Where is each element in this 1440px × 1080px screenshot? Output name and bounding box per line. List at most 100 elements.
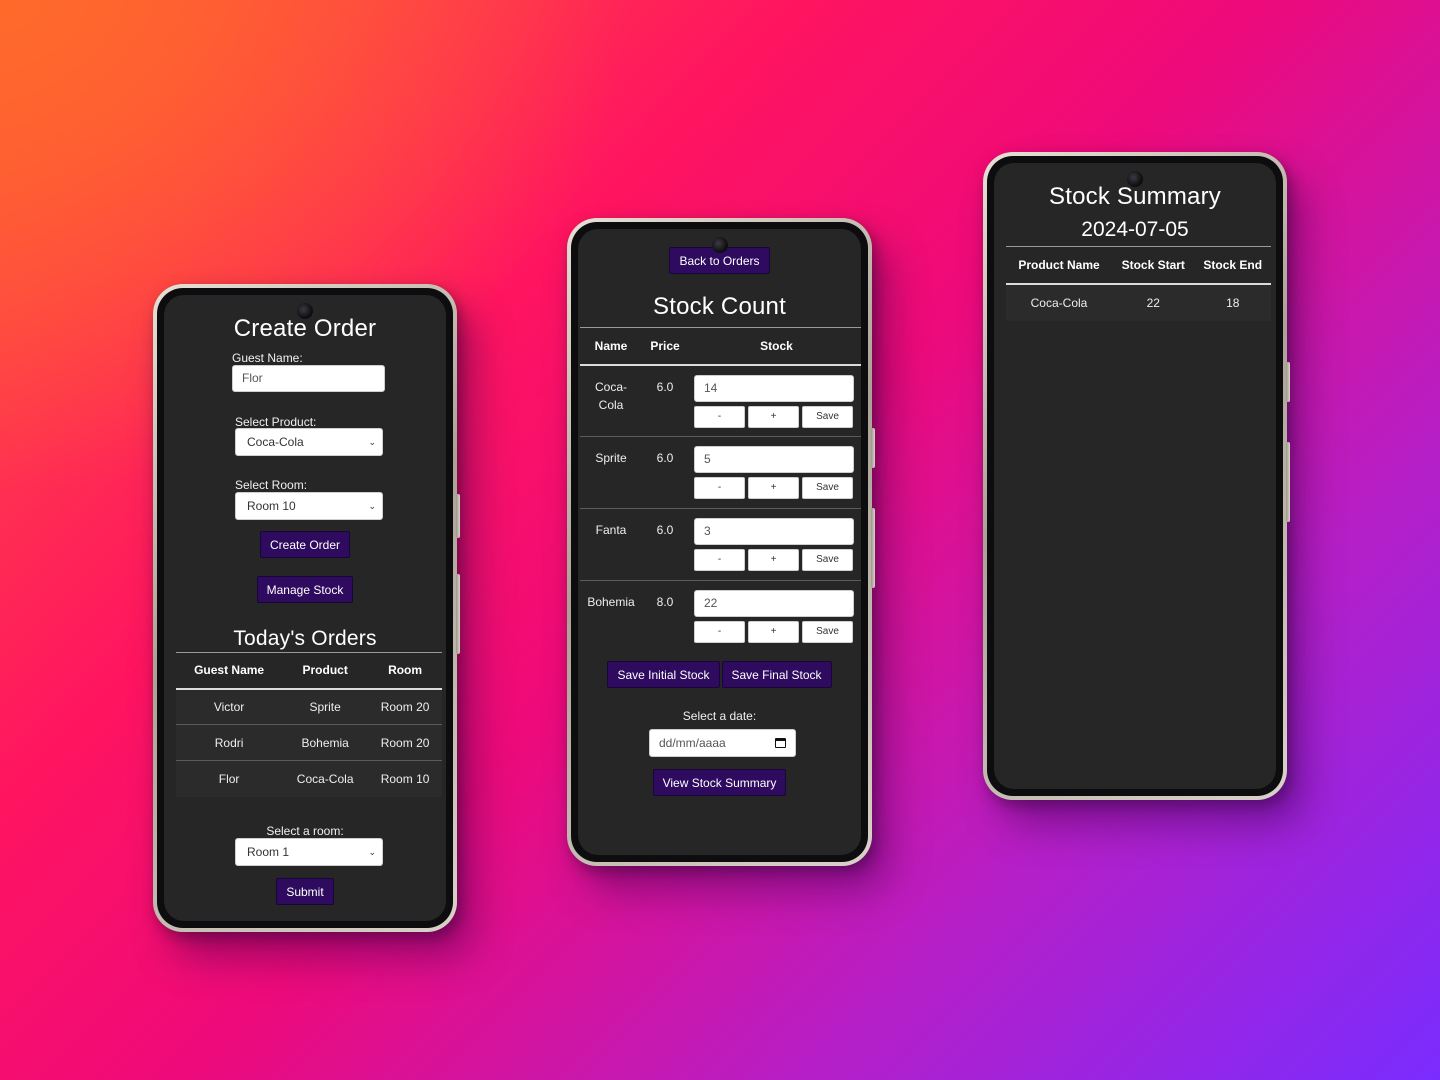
stock-button-row: - + Save (694, 477, 861, 499)
calendar-icon[interactable] (775, 738, 786, 748)
summary-stock-end: 18 (1226, 295, 1240, 310)
column-header-stock-start: Stock Start (1121, 257, 1185, 272)
date-label: Select a date: (682, 709, 757, 723)
select-room-label: Select a room: (266, 824, 344, 838)
increment-button[interactable]: + (748, 405, 799, 428)
create-order-wrap: Create Order (164, 531, 446, 558)
product-select-value: Coca-Cola (247, 435, 304, 449)
room-label: Select Room: (235, 478, 308, 492)
orders-table: Guest Name Product Room Victor Sprite Ro… (176, 652, 442, 797)
product-select[interactable]: Coca-Cola ⌄ (235, 428, 383, 456)
order-room: Room 20 (380, 699, 430, 714)
increment-button[interactable]: + (748, 549, 799, 571)
stock-product-name: Coca- Cola (594, 379, 627, 412)
table-row: Flor Coca-Cola Room 10 (176, 760, 442, 797)
filter-room-value: Room 1 (247, 845, 290, 859)
stock-product-name: Sprite (595, 451, 627, 465)
order-room: Room 20 (380, 735, 430, 750)
phone-bezel: Back to Orders Stock Count Name Price St… (571, 222, 868, 862)
decrement-button[interactable]: - (694, 621, 745, 643)
summary-product: Coca-Cola (1030, 295, 1088, 310)
stock-summary-screen: Stock Summary 2024-07-05 Product Name St… (994, 163, 1276, 789)
table-row: Victor Sprite Room 20 (176, 688, 442, 725)
view-stock-summary-button[interactable]: View Stock Summary (652, 769, 787, 796)
stock-header-row: Name Price Stock (580, 327, 861, 365)
summary-header-row: Product Name Stock Start Stock End (1006, 246, 1271, 284)
increment-button[interactable]: + (748, 621, 799, 643)
order-product: Sprite (309, 699, 341, 714)
table-row: Coca- Cola 6.0 14 - + Save (580, 365, 861, 437)
save-button[interactable]: Save (802, 405, 853, 428)
manage-stock-wrap: Manage Stock (164, 576, 446, 603)
decrement-button[interactable]: - (694, 549, 745, 571)
stock-cell: 3 - + Save (688, 509, 861, 581)
stock-quantity-input[interactable]: 3 (694, 518, 854, 545)
stock-quantity-input[interactable]: 22 (694, 590, 854, 617)
phone-side-button (871, 508, 875, 588)
product-label: Select Product: (235, 415, 317, 429)
phone-bezel: Create Order Guest Name: Flor Select Pro… (157, 288, 453, 928)
camera-icon (711, 237, 728, 253)
orders-title: Today's Orders (233, 627, 377, 650)
chevron-down-icon: ⌄ (368, 847, 376, 857)
stock-product-price: 8.0 (656, 595, 674, 609)
save-button[interactable]: Save (802, 621, 853, 643)
date-input[interactable]: dd/mm/aaaa (649, 729, 796, 757)
save-stock-row: Save Initial Stock Save Final Stock (578, 661, 861, 688)
column-header-product: Product (302, 663, 348, 678)
camera-icon (1127, 171, 1143, 187)
page-title: Create Order (233, 315, 377, 342)
page-title: Stock Summary (1049, 183, 1221, 210)
stock-cell: 22 - + Save (688, 581, 861, 653)
order-guest: Rodri (214, 735, 244, 750)
stock-cell: 5 - + Save (688, 437, 861, 509)
phone-side-button (1286, 442, 1290, 522)
save-button[interactable]: Save (802, 477, 853, 499)
stock-quantity-input[interactable]: 5 (694, 446, 854, 473)
summary-stock-start: 22 (1146, 295, 1160, 310)
stock-quantity-input[interactable]: 14 (694, 374, 854, 402)
order-guest: Flor (218, 771, 240, 786)
guest-name-input[interactable]: Flor (232, 365, 385, 392)
column-header-stock-end: Stock End (1203, 257, 1263, 272)
summary-wrap: View Stock Summary (578, 769, 861, 796)
column-header-guest: Guest Name (194, 663, 265, 678)
order-guest: Victor (213, 699, 245, 714)
table-row: Fanta 6.0 3 - + Save (580, 509, 861, 581)
create-order-screen: Create Order Guest Name: Flor Select Pro… (164, 295, 446, 921)
manage-stock-button[interactable]: Manage Stock (256, 576, 354, 603)
save-button[interactable]: Save (802, 549, 853, 571)
stock-count-screen: Back to Orders Stock Count Name Price St… (578, 229, 861, 855)
decrement-button[interactable]: - (694, 405, 745, 428)
phone-stock-summary: Stock Summary 2024-07-05 Product Name St… (983, 152, 1290, 800)
decrement-button[interactable]: - (694, 477, 745, 499)
stock-table: Name Price Stock Coca- Cola 6.0 14 - + Sav… (580, 327, 861, 653)
phone-side-button (456, 494, 460, 538)
save-final-stock-button[interactable]: Save Final Stock (721, 661, 832, 688)
column-header-room: Room (388, 663, 423, 678)
column-header-stock: Stock (760, 338, 793, 353)
stock-button-row: - + Save (694, 621, 861, 643)
chevron-down-icon: ⌄ (368, 437, 376, 447)
create-order-button[interactable]: Create Order (259, 531, 351, 558)
stock-product-price: 6.0 (656, 523, 674, 537)
increment-button[interactable]: + (748, 477, 799, 499)
table-row: Sprite 6.0 5 - + Save (580, 437, 861, 509)
save-initial-stock-button[interactable]: Save Initial Stock (607, 661, 720, 688)
stock-button-row: - + Save (694, 405, 861, 428)
table-row: Bohemia 8.0 22 - + Save (580, 581, 861, 653)
chevron-down-icon: ⌄ (368, 501, 376, 511)
stock-product-name: Fanta (595, 523, 627, 537)
stock-cell: 14 - + Save (688, 365, 861, 437)
filter-room-select[interactable]: Room 1 ⌄ (235, 838, 383, 866)
room-select[interactable]: Room 10 ⌄ (235, 492, 383, 520)
room-select-value: Room 10 (247, 499, 296, 513)
phone-stock-count: Back to Orders Stock Count Name Price St… (567, 218, 875, 866)
table-row: Coca-Cola 22 18 (1006, 283, 1271, 321)
order-product: Bohemia (301, 735, 349, 750)
submit-button[interactable]: Submit (276, 878, 334, 905)
guest-name-label: Guest Name: (232, 351, 303, 365)
column-header-price: Price (650, 338, 680, 353)
phone-bezel: Stock Summary 2024-07-05 Product Name St… (987, 156, 1283, 796)
order-product: Coca-Cola (296, 771, 354, 786)
